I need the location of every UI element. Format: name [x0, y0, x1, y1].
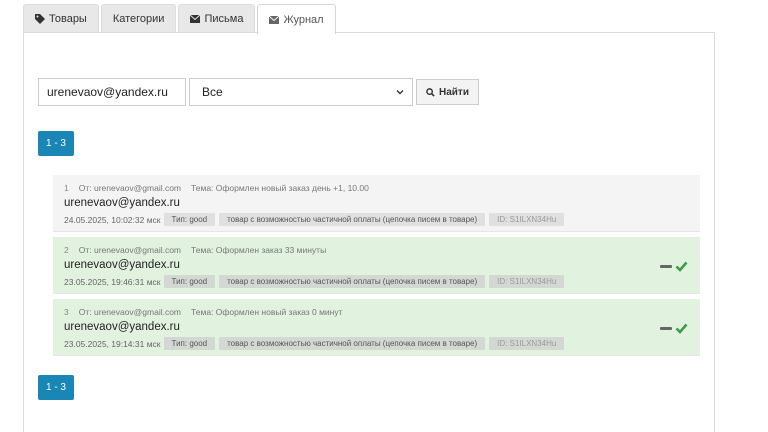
log-item-meta: 3 От: urenevaov@gmail.com Тема: Оформлен…: [64, 307, 700, 318]
tab-letters[interactable]: Письма: [178, 4, 256, 33]
log-item-number: 3: [64, 307, 69, 317]
log-item-type-badge: Тип: good: [163, 213, 216, 226]
search-icon: [426, 87, 435, 97]
log-item-recipient: urenevaov@yandex.ru: [64, 321, 180, 333]
envelope-icon: [269, 15, 280, 24]
tab-categories[interactable]: Категории: [100, 4, 177, 33]
log-item-subject: Тема: Оформлен заказ 33 минуты: [191, 245, 327, 255]
journal-panel: Все Найти 1 - 3 1 От: urenevaov@gmail.co…: [23, 32, 715, 432]
log-item-product-badge: товар с возможностью частичной оплаты (ц…: [219, 213, 486, 226]
log-item-details: 23.05.2025, 19:46:31 мск Тип: good товар…: [64, 275, 700, 288]
tab-journal[interactable]: Журнал: [257, 4, 336, 34]
log-item-details: 23.05.2025, 19:14:31 мск Тип: good товар…: [64, 337, 700, 350]
log-item-recipient: urenevaov@yandex.ru: [64, 197, 180, 209]
log-item-subject: Тема: Оформлен новый заказ 0 минут: [191, 307, 343, 317]
tag-icon: [35, 14, 45, 24]
log-list: 1 От: urenevaov@gmail.com Тема: Оформлен…: [53, 175, 700, 361]
check-icon: [675, 261, 688, 272]
tab-goods[interactable]: Товары: [23, 4, 99, 33]
log-item-recipient: urenevaov@yandex.ru: [64, 259, 180, 271]
tab-goods-label: Товары: [49, 13, 87, 25]
tab-letters-label: Письма: [204, 13, 244, 25]
envelope-icon: [190, 14, 201, 23]
log-item-number: 1: [64, 183, 69, 193]
status-filter-select[interactable]: Все: [189, 78, 413, 106]
log-item[interactable]: 1 От: urenevaov@gmail.com Тема: Оформлен…: [53, 175, 700, 232]
log-item-number: 2: [64, 245, 69, 255]
log-item-status: [660, 323, 688, 334]
pagination-top[interactable]: 1 - 3: [38, 131, 74, 156]
tab-journal-label: Журнал: [283, 13, 324, 26]
log-item-date: 23.05.2025, 19:14:31 мск: [64, 338, 161, 349]
log-item-meta: 1 От: urenevaov@gmail.com Тема: Оформлен…: [64, 183, 700, 194]
log-item-from: От: urenevaov@gmail.com: [78, 307, 182, 317]
tab-bar: Товары Категории Письма Журнал: [23, 4, 338, 34]
log-item-from: От: urenevaov@gmail.com: [78, 245, 182, 255]
log-item-from: От: urenevaov@gmail.com: [78, 183, 182, 193]
log-item[interactable]: 3 От: urenevaov@gmail.com Тема: Оформлен…: [53, 299, 700, 356]
log-item-date: 24.05.2025, 10:02:32 мск: [64, 214, 161, 225]
log-item-meta: 2 От: urenevaov@gmail.com Тема: Оформлен…: [64, 245, 700, 256]
find-button[interactable]: Найти: [416, 79, 479, 105]
minus-icon: [660, 327, 672, 330]
log-item-type-badge: Тип: good: [163, 275, 216, 288]
email-search-input[interactable]: [38, 78, 186, 106]
tab-categories-label: Категории: [112, 13, 165, 25]
log-item-date: 23.05.2025, 19:46:31 мск: [64, 276, 161, 287]
log-item-details: 24.05.2025, 10:02:32 мск Тип: good товар…: [64, 213, 700, 226]
pagination-bottom[interactable]: 1 - 3: [38, 375, 74, 400]
log-item-status: [660, 261, 688, 272]
log-item-id-badge: ID: S1ILXN34Hu: [489, 275, 565, 288]
status-filter-value: Все: [202, 85, 223, 99]
minus-icon: [660, 265, 672, 268]
log-item-product-badge: товар с возможностью частичной оплаты (ц…: [219, 275, 486, 288]
log-item-type-badge: Тип: good: [163, 337, 216, 350]
chevron-down-icon: [396, 90, 404, 95]
log-item-id-badge: ID: S1ILXN34Hu: [489, 213, 565, 226]
check-icon: [675, 323, 688, 334]
log-item-id-badge: ID: S1ILXN34Hu: [489, 337, 565, 350]
find-button-label: Найти: [439, 86, 469, 98]
log-item-product-badge: товар с возможностью частичной оплаты (ц…: [219, 337, 486, 350]
log-item-subject: Тема: Оформлен новый заказ день +1, 10.0…: [191, 183, 369, 193]
log-item[interactable]: 2 От: urenevaov@gmail.com Тема: Оформлен…: [53, 237, 700, 294]
search-row: Все Найти: [38, 78, 479, 106]
